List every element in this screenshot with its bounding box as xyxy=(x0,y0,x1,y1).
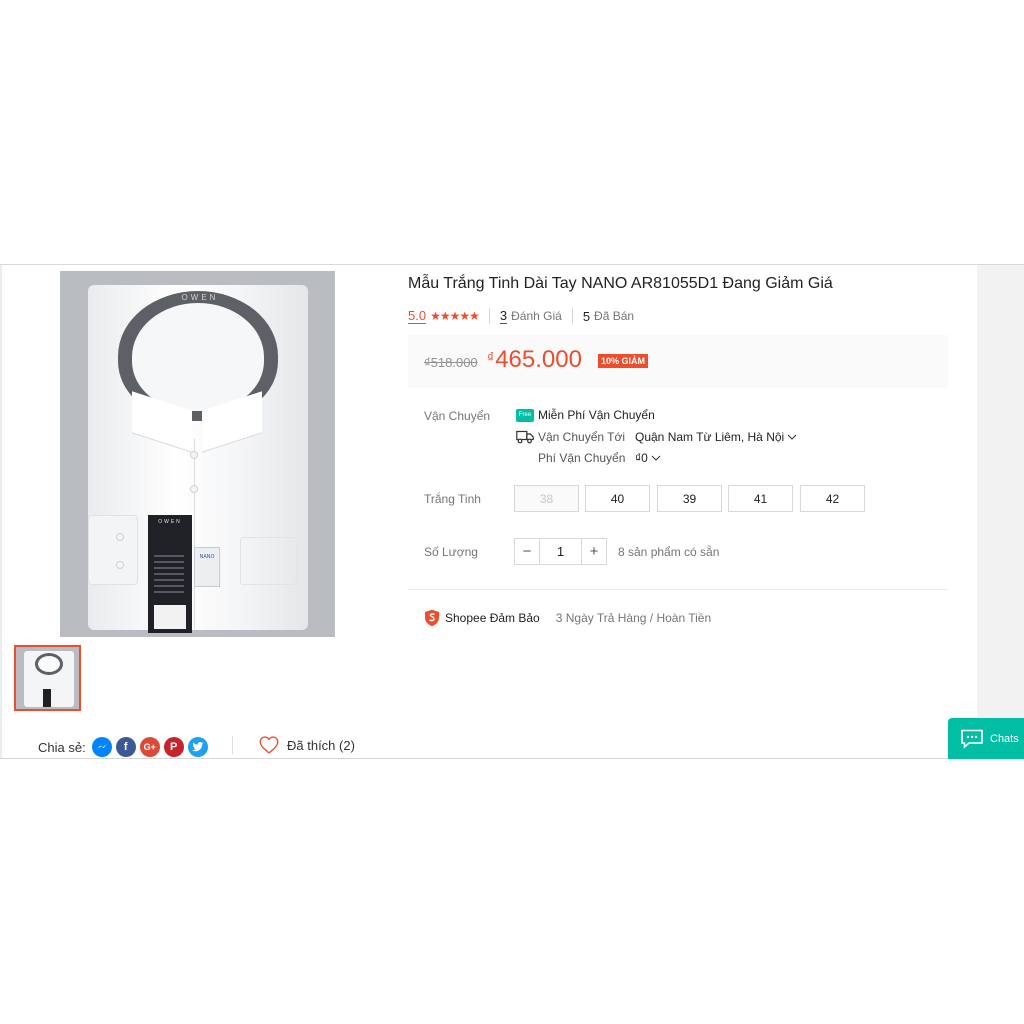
hang-tag-text xyxy=(154,555,184,595)
nano-tag-label: NANO xyxy=(199,554,215,560)
truck-icon xyxy=(516,430,534,444)
shipping-destination: Quận Nam Từ Liêm, Hà Nội xyxy=(635,430,785,444)
shield-icon xyxy=(425,609,439,627)
right-gutter xyxy=(977,265,1024,758)
variant-option-39[interactable]: 39 xyxy=(657,485,722,512)
quantity-input[interactable]: 1 xyxy=(540,538,581,565)
shipping-fee-label: Phí Vận Chuyển xyxy=(538,451,626,465)
google-plus-icon[interactable]: G+ xyxy=(139,737,160,757)
messenger-icon[interactable] xyxy=(91,737,112,757)
quantity-increase-button[interactable]: + xyxy=(581,538,607,565)
currency-symbol: ₫ xyxy=(487,349,495,365)
messenger-glyph xyxy=(96,744,107,749)
like-count: Đã thích (2) xyxy=(287,737,355,753)
product-thumbnail[interactable] xyxy=(14,645,81,711)
variant-option-41[interactable]: 41 xyxy=(728,485,793,512)
price-box: ₫518.000 ₫465.000 10% GIẢM xyxy=(408,335,948,388)
variant-label: Trắng Tinh xyxy=(424,492,481,506)
shipping-destination-dropdown[interactable]: Quận Nam Từ Liêm, Hà Nội xyxy=(635,430,797,444)
shirt-button xyxy=(190,451,198,459)
shirt-pocket xyxy=(240,537,298,585)
cuff-button xyxy=(116,561,124,569)
product-main-image[interactable]: OWEN NANO OWEN xyxy=(60,271,335,637)
facebook-icon[interactable]: f xyxy=(115,737,136,757)
share-label: Chia sẻ: xyxy=(38,739,86,755)
variant-option-38[interactable]: 38 xyxy=(514,485,579,512)
free-shipping-label: Miễn Phí Vận Chuyển xyxy=(538,408,655,422)
star-icons: ★★★★★ xyxy=(430,309,480,323)
price-value: 465.000 xyxy=(495,346,582,373)
collar-brand-text: OWEN xyxy=(181,293,219,302)
free-shipping-icon: Free xyxy=(516,408,534,422)
ship-to: Vận Chuyển Tới xyxy=(516,430,625,444)
review-label: Đánh Giá xyxy=(511,309,562,323)
sold-divider xyxy=(571,308,573,324)
section-divider xyxy=(408,589,948,590)
share-divider xyxy=(232,736,233,754)
sold-count: 5 xyxy=(582,308,591,324)
heart-icon xyxy=(259,736,279,754)
stock-available: 8 sản phẩm có sẵn xyxy=(618,545,720,559)
twitter-icon[interactable] xyxy=(187,737,208,757)
rating-row: 5.0 ★★★★★ 3 Đánh Giá 5 Đã Bán xyxy=(408,308,634,324)
cuff-button xyxy=(116,533,124,541)
nano-tag: NANO xyxy=(194,547,220,587)
twitter-glyph xyxy=(191,742,204,752)
variant-option-40[interactable]: 40 xyxy=(585,485,650,512)
discount-badge: 10% GIẢM xyxy=(598,354,649,368)
shipping-fee-dropdown[interactable]: ₫0 xyxy=(635,451,661,465)
panel-left-edge xyxy=(0,265,2,758)
quantity-decrease-button[interactable]: − xyxy=(514,538,540,565)
hang-tag-label xyxy=(154,605,186,629)
thumb-collar xyxy=(35,653,63,675)
chats-button[interactable]: Chats xyxy=(948,718,1024,759)
shirt-button xyxy=(190,485,198,493)
sold-label: Đã Bán xyxy=(594,309,635,323)
rating-divider xyxy=(488,308,490,324)
original-price: ₫518.000 xyxy=(424,355,478,370)
pinterest-icon[interactable]: P xyxy=(163,737,184,757)
shipping-label: Vận Chuyển xyxy=(424,409,491,423)
share-bar: Chia sẻ: f G+ P xyxy=(38,737,212,757)
chevron-down-icon xyxy=(787,434,797,440)
variant-option-42[interactable]: 42 xyxy=(800,485,865,512)
quantity-stepper: − 1 + xyxy=(514,538,607,565)
shipping-fee: ₫0 xyxy=(635,451,648,465)
quantity-label: Số Lượng xyxy=(424,545,478,559)
hang-tag-brand: OWEN xyxy=(158,519,182,525)
free-shipping: Free Miễn Phí Vận Chuyển xyxy=(516,408,655,422)
shirt-placket xyxy=(194,439,195,629)
pinterest-glyph: P xyxy=(170,741,178,753)
hang-tag: OWEN xyxy=(148,515,192,633)
product-panel: OWEN NANO OWEN Chia sẻ: f G+ P Đã thích … xyxy=(0,264,1024,759)
review-count[interactable]: 3 xyxy=(499,308,508,324)
chats-label: Chats xyxy=(990,732,1019,745)
shopee-guarantee[interactable]: Shopee Đảm Bảo 3 Ngày Trả Hàng / Hoàn Ti… xyxy=(424,609,711,627)
guarantee-detail: 3 Ngày Trả Hàng / Hoàn Tiền xyxy=(555,611,712,625)
like-button[interactable]: Đã thích (2) xyxy=(259,735,355,755)
google-glyph: G+ xyxy=(143,742,156,752)
collar-inner xyxy=(132,303,264,411)
thumb-tag xyxy=(43,689,51,707)
chat-icon xyxy=(961,729,983,749)
chevron-down-icon xyxy=(651,455,661,461)
ship-to-label: Vận Chuyển Tới xyxy=(538,430,626,444)
rating-value[interactable]: 5.0 xyxy=(408,308,427,324)
shirt-cuff xyxy=(88,515,138,585)
facebook-glyph: f xyxy=(123,741,128,753)
product-title: Mẫu Trắng Tinh Dài Tay NANO AR81055D1 Đa… xyxy=(408,275,833,292)
guarantee-label: Shopee Đảm Bảo xyxy=(445,611,540,625)
current-price: ₫465.000 xyxy=(487,346,582,374)
